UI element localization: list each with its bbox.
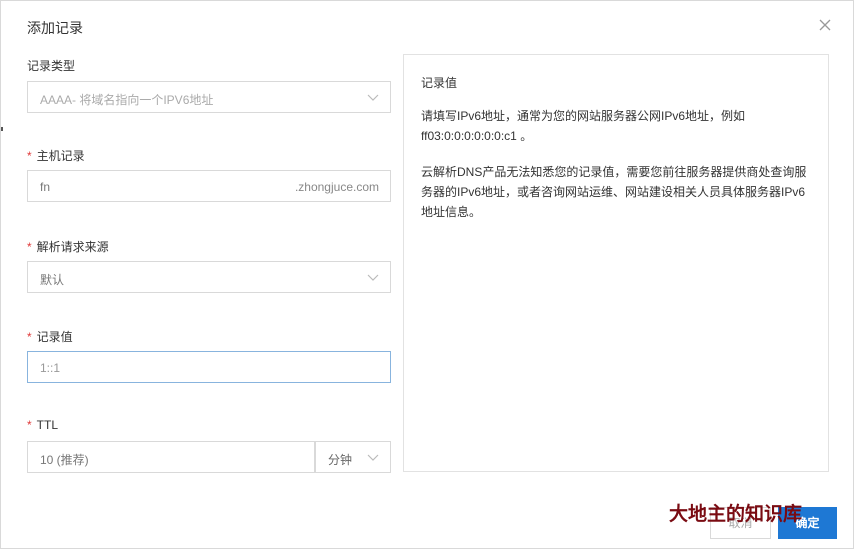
required-mark: * xyxy=(27,240,32,254)
host-input[interactable]: fn .zhongjuce.com xyxy=(27,170,391,202)
resolve-source-value: 默认 xyxy=(40,273,65,287)
help-para1-line1: 请填写IPv6地址，通常为您的网站服务器公网IPv6地址，例如 xyxy=(421,109,746,123)
record-type-select[interactable]: AAAA- 将域名指向一个IPV6地址 xyxy=(27,81,391,113)
ttl-label: * TTL xyxy=(27,418,58,432)
dialog-title: 添加记录 xyxy=(27,20,83,36)
required-mark: * xyxy=(27,149,32,163)
chevron-down-icon xyxy=(367,454,379,461)
record-value-input[interactable]: 1::1 xyxy=(27,351,391,383)
host-label-text: 主机记录 xyxy=(36,149,85,163)
ttl-unit-value: 分钟 xyxy=(328,453,353,467)
chevron-down-icon xyxy=(367,94,379,101)
help-title: 记录值 xyxy=(421,76,458,90)
chevron-down-icon xyxy=(367,274,379,281)
ttl-value: 10 (推荐) xyxy=(40,453,89,467)
resolve-source-select[interactable]: 默认 xyxy=(27,261,391,293)
record-value-label-text: 记录值 xyxy=(36,330,73,344)
required-mark: * xyxy=(27,418,32,432)
host-label: * 主机记录 xyxy=(27,147,85,164)
record-value-label: * 记录值 xyxy=(27,328,73,345)
help-para2-line1: 云解析DNS产品无法知悉您的记录值，需要您前往服务器提供商处查询服 xyxy=(421,165,807,179)
ttl-unit-select[interactable]: 分钟 xyxy=(315,441,391,473)
domain-suffix: .zhongjuce.com xyxy=(294,180,379,194)
edge-mark xyxy=(1,127,3,131)
host-value: fn xyxy=(40,180,51,194)
record-value-value: 1::1 xyxy=(40,361,61,375)
close-icon[interactable] xyxy=(817,18,833,34)
ttl-label-text: TTL xyxy=(36,418,59,432)
required-mark: * xyxy=(27,330,32,344)
record-type-value: AAAA- 将域名指向一个IPV6地址 xyxy=(40,93,214,107)
resolve-source-label: * 解析请求来源 xyxy=(27,238,109,255)
help-para2-line2: 务器的IPv6地址，或者咨询网站运维、网站建设相关人员具体服务器IPv6 xyxy=(421,185,806,199)
watermark: 大地主的知识库 xyxy=(669,504,803,525)
close-icon-svg xyxy=(819,19,831,31)
record-type-label: 记录类型 xyxy=(27,59,76,73)
add-record-dialog: 添加记录 记录类型 AAAA- 将域名指向一个IPV6地址 * 主机记录 fn .… xyxy=(0,0,854,549)
help-panel: 记录值 请填写IPv6地址，通常为您的网站服务器公网IPv6地址，例如 ff03… xyxy=(403,54,829,472)
resolve-source-label-text: 解析请求来源 xyxy=(36,240,109,254)
ttl-input[interactable]: 10 (推荐) xyxy=(27,441,315,473)
help-para1-line2: ff03:0:0:0:0:0:0:c1 。 xyxy=(421,129,533,143)
help-para2-line3: 地址信息。 xyxy=(421,205,482,219)
